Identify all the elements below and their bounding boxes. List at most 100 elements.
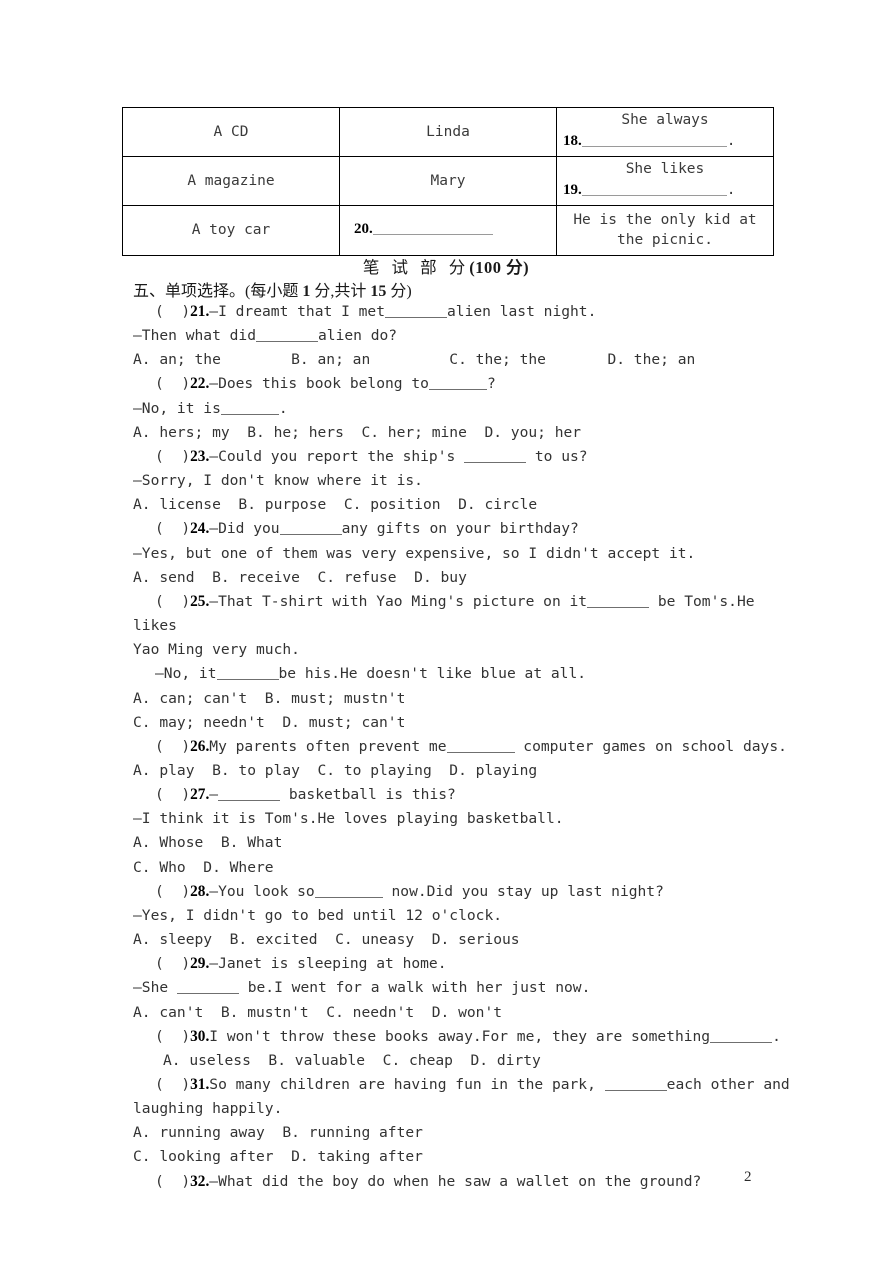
question-22-reply: —No, it is. bbox=[133, 397, 793, 421]
table-row: A CD Linda She always 18.. bbox=[122, 107, 774, 157]
question-27-options-ab[interactable]: A. Whose B. What bbox=[133, 831, 793, 855]
question-31-options-ab[interactable]: A. running away B. running after bbox=[133, 1121, 793, 1145]
stem-text: —You look so bbox=[209, 882, 315, 900]
stem-text: —Janet is sleeping at home. bbox=[209, 955, 447, 973]
question-25-options-ab[interactable]: A. can; can't B. must; mustn't bbox=[133, 687, 793, 711]
reply-text: —No, it is bbox=[133, 399, 221, 417]
reply-text-after: . bbox=[278, 399, 288, 417]
question-27-stem: ( )27.— basketball is this? bbox=[133, 783, 793, 807]
question-number: 26. bbox=[190, 737, 210, 755]
stem-text-after: alien last night. bbox=[447, 303, 597, 320]
stem-text: —Could you report the ship's bbox=[209, 447, 465, 465]
blank-underline[interactable] bbox=[216, 666, 279, 681]
question-25-reply: —No, it be his.He doesn't like blue at al… bbox=[133, 662, 793, 686]
stem-text: —Did you bbox=[209, 520, 280, 538]
question-22-stem: ( )22.—Does this book belong to? bbox=[133, 372, 793, 396]
choice-bracket[interactable]: ( ) bbox=[155, 448, 190, 465]
item-label: A magazine bbox=[187, 173, 275, 189]
question-26-stem: ( )26.My parents often prevent me comput… bbox=[133, 735, 793, 759]
answer-number: 19. bbox=[563, 181, 582, 198]
blank-underline[interactable] bbox=[464, 449, 527, 463]
blank-underline[interactable] bbox=[428, 376, 487, 391]
question-28-options[interactable]: A. sleepy B. excited C. uneasy D. seriou… bbox=[133, 928, 793, 952]
question-list: ( )21.—I dreamt that I met alien last nig… bbox=[133, 300, 793, 1194]
table-cell-sentence: He is the only kid at the picnic. bbox=[556, 205, 774, 256]
choice-bracket[interactable]: ( ) bbox=[155, 955, 190, 972]
choice-bracket[interactable]: ( ) bbox=[155, 738, 190, 755]
question-31-options-cd[interactable]: C. looking after D. taking after bbox=[133, 1145, 793, 1169]
question-25-stem: ( )25.—That T-shirt with Yao Ming's pict… bbox=[133, 590, 793, 638]
stem-text-after: to us? bbox=[526, 447, 588, 465]
choice-bracket[interactable]: ( ) bbox=[155, 786, 190, 803]
section-end: 分) bbox=[386, 283, 412, 300]
stem-text: —What did the boy do when he saw a walle… bbox=[209, 1172, 702, 1190]
blank-underline[interactable] bbox=[256, 328, 319, 343]
question-21-reply: —Then what did alien do? bbox=[133, 324, 793, 348]
question-number: 22. bbox=[190, 375, 210, 393]
blank-underline[interactable] bbox=[176, 980, 239, 995]
blank-underline[interactable] bbox=[372, 221, 493, 236]
table-cell-item: A magazine bbox=[122, 156, 340, 206]
blank-underline[interactable] bbox=[587, 593, 650, 608]
blank-underline[interactable] bbox=[385, 304, 448, 318]
question-23-options[interactable]: A. license B. purpose C. position D. cir… bbox=[133, 493, 793, 517]
choice-bracket[interactable]: ( ) bbox=[155, 883, 190, 900]
question-25-options-cd[interactable]: C. may; needn't D. must; can't bbox=[133, 711, 793, 735]
choice-bracket[interactable]: ( ) bbox=[155, 593, 190, 610]
question-number: 30. bbox=[190, 1027, 210, 1045]
question-number: 27. bbox=[190, 786, 210, 804]
question-30-options[interactable]: A. useless B. valuable C. cheap D. dirty bbox=[133, 1049, 793, 1073]
question-21-options[interactable]: A. an; the B. an; an C. the; the D. the;… bbox=[133, 348, 793, 372]
stem-text: —That T-shirt with Yao Ming's picture on… bbox=[209, 592, 588, 610]
choice-bracket[interactable]: ( ) bbox=[155, 375, 190, 392]
stem-text-after: any gifts on your birthday? bbox=[341, 520, 579, 538]
item-label: A CD bbox=[213, 124, 249, 140]
sentence-tail: . bbox=[726, 181, 736, 198]
stem-text: —I dreamt that I met bbox=[209, 303, 386, 320]
stem-text-after: ? bbox=[486, 375, 496, 393]
stem-text-after: . bbox=[772, 1027, 781, 1045]
question-26-options[interactable]: A. play B. to play C. to playing D. play… bbox=[133, 759, 793, 783]
question-27-options-cd[interactable]: C. Who D. Where bbox=[133, 856, 793, 880]
stem-text-after: each other and bbox=[666, 1076, 790, 1093]
question-number: 23. bbox=[190, 447, 210, 465]
table-row: A toy car 20. He is the only kid at the … bbox=[122, 205, 774, 256]
section-heading: 五、单项选择。(每小题 1 分,共计 15 分) bbox=[133, 277, 412, 301]
blank-underline[interactable] bbox=[220, 400, 279, 415]
blank-underline[interactable] bbox=[581, 181, 727, 196]
choice-bracket[interactable]: ( ) bbox=[155, 1076, 190, 1093]
blank-underline[interactable] bbox=[581, 132, 727, 147]
exam-part-score: (100 分) bbox=[469, 258, 530, 277]
choice-bracket[interactable]: ( ) bbox=[155, 520, 190, 537]
blank-underline[interactable] bbox=[604, 1077, 667, 1091]
blank-underline[interactable] bbox=[218, 787, 281, 802]
choice-bracket[interactable]: ( ) bbox=[155, 303, 190, 320]
question-23-reply: —Sorry, I don't know where it is. bbox=[133, 472, 423, 490]
blank-underline[interactable] bbox=[279, 521, 342, 536]
blank-underline[interactable] bbox=[710, 1028, 773, 1043]
question-number: 21. bbox=[190, 303, 210, 320]
question-number: 32. bbox=[190, 1172, 210, 1190]
question-number: 28. bbox=[190, 882, 210, 900]
stem-text: —Does this book belong to bbox=[209, 375, 429, 393]
question-number: 29. bbox=[190, 955, 210, 973]
stem-text: I won't throw these books away.For me, t… bbox=[209, 1027, 711, 1045]
question-22-options[interactable]: A. hers; my B. he; hers C. her; mine D. … bbox=[133, 421, 793, 445]
document-page: A CD Linda She always 18.. A magazine Ma… bbox=[0, 0, 892, 1262]
table-cell-sentence: She likes 19.. bbox=[556, 156, 774, 206]
question-31-stem: ( )31.So many children are having fun in… bbox=[133, 1073, 793, 1097]
table-cell-person: Mary bbox=[339, 156, 557, 206]
question-24-options[interactable]: A. send B. receive C. refuse D. buy bbox=[133, 566, 793, 590]
blank-underline[interactable] bbox=[446, 738, 515, 753]
blank-underline[interactable] bbox=[314, 883, 383, 898]
table-cell-person: Linda bbox=[339, 107, 557, 157]
question-30-stem: ( )30.I won't throw these books away.For… bbox=[133, 1025, 793, 1049]
choice-bracket[interactable]: ( ) bbox=[155, 1028, 190, 1045]
question-number: 25. bbox=[190, 592, 210, 610]
question-28-stem: ( )28.—You look so now.Did you stay up l… bbox=[133, 880, 793, 904]
choice-bracket[interactable]: ( ) bbox=[155, 1173, 190, 1190]
listening-answer-table: A CD Linda She always 18.. A magazine Ma… bbox=[122, 107, 774, 256]
table-cell-item: A CD bbox=[122, 107, 340, 157]
question-29-options[interactable]: A. can't B. mustn't C. needn't D. won't bbox=[133, 1001, 793, 1025]
sentence-top: She always bbox=[621, 112, 709, 129]
